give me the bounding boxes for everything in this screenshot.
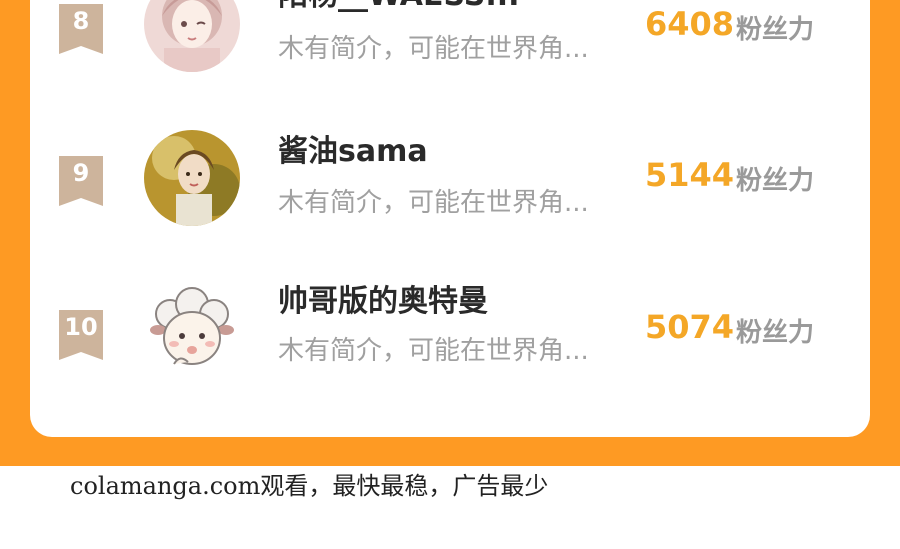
fan-score: 5144 <box>645 156 735 194</box>
rank-badge: 9 <box>59 156 103 206</box>
user-intro: 木有简介，可能在世界角... <box>278 34 589 64</box>
ranking-row[interactable]: 9 酱油sama 木有简介，可能在世界角... 5144 粉丝力 <box>30 130 870 280</box>
rank-badge: 8 <box>59 4 103 54</box>
user-intro: 木有简介，可能在世界角... <box>278 188 589 218</box>
fan-score-unit: 粉丝力 <box>736 166 815 196</box>
user-name[interactable]: 酱油sama <box>278 126 428 170</box>
ranking-row[interactable]: 10 帅哥版的奥特曼 木有简介，可能在世界角... 5074 粉丝力 <box>30 280 870 430</box>
fan-score-unit: 粉丝力 <box>736 15 815 45</box>
user-intro: 木有简介，可能在世界角... <box>278 336 589 366</box>
rank-number: 8 <box>72 7 90 35</box>
ranking-panel: 8 阳杨__WAESS... 木有简介，可能在世界角... 6408 粉丝力 <box>30 0 870 437</box>
user-name[interactable]: 阳杨__WAESS... <box>278 0 520 14</box>
rank-number: 9 <box>72 159 90 187</box>
rank-badge: 10 <box>59 310 103 360</box>
fan-score: 5074 <box>645 308 735 346</box>
user-name[interactable]: 帅哥版的奥特曼 <box>278 276 488 320</box>
rank-number: 10 <box>64 313 98 341</box>
footer-watermark: colamanga.com观看，最快最稳，广告最少 <box>70 472 549 500</box>
fan-score: 6408 <box>645 5 735 43</box>
fan-score-unit: 粉丝力 <box>736 318 815 348</box>
user-avatar[interactable] <box>144 0 240 72</box>
ranking-row[interactable]: 8 阳杨__WAESS... 木有简介，可能在世界角... 6408 粉丝力 <box>30 0 870 130</box>
user-avatar[interactable] <box>144 284 240 380</box>
user-avatar[interactable] <box>144 130 240 226</box>
